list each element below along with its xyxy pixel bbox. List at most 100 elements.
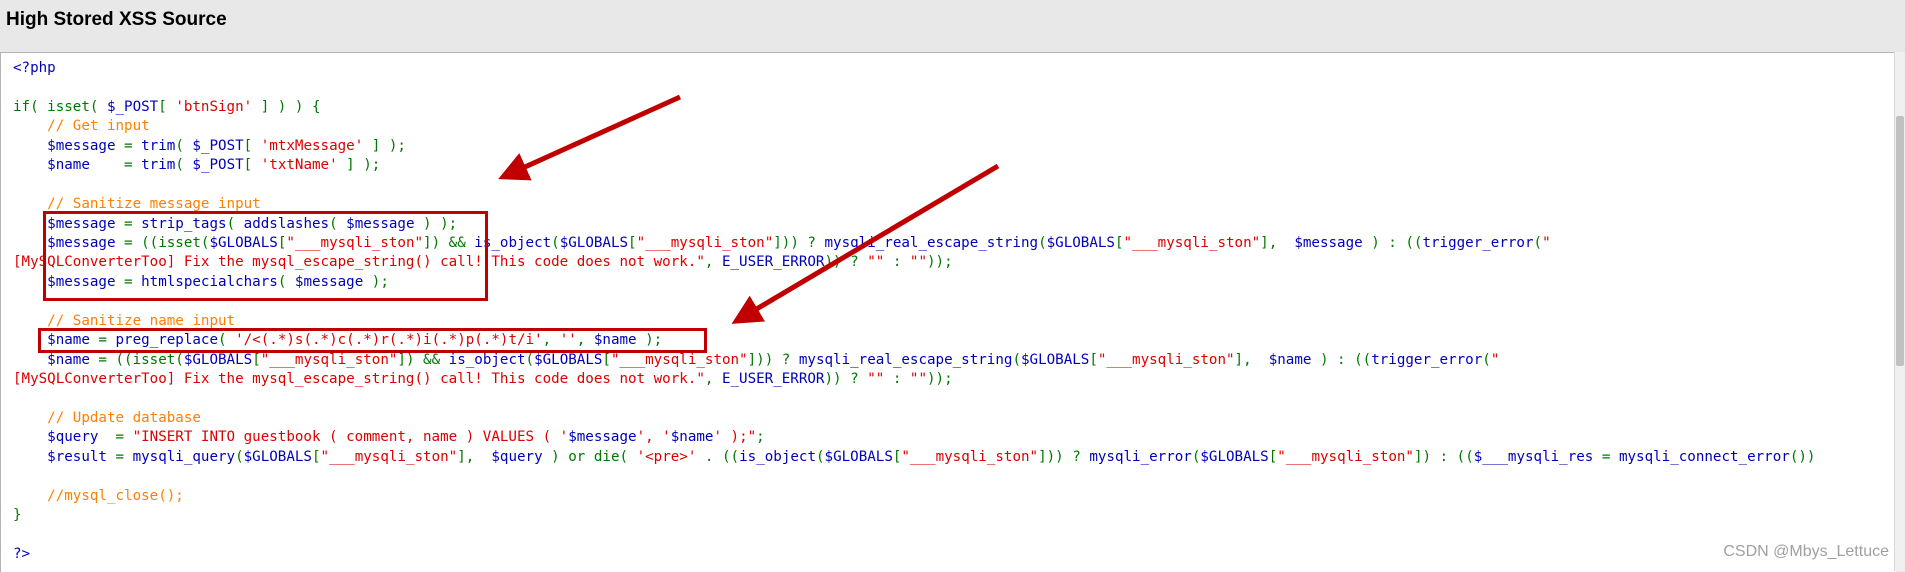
code-token: $name [13, 157, 125, 174]
code-token: ?> [13, 545, 31, 562]
code-token: [ [311, 448, 321, 465]
code-token: : [884, 371, 910, 387]
code-token: $___mysqli_res [1473, 448, 1602, 465]
code-token: "___mysqli_ston" [1097, 351, 1235, 368]
code-token: " [1490, 351, 1500, 368]
code-token: , [704, 254, 722, 271]
code-token: <?php [13, 60, 56, 76]
code-token: , [704, 371, 722, 387]
code-token: $GLOBALS [1020, 351, 1090, 368]
code-token: [ [1268, 448, 1278, 465]
code-token: trigger_error [1371, 351, 1483, 368]
scrollbar-thumb[interactable] [1896, 116, 1904, 366]
code-token: ( [235, 448, 244, 465]
code-token: mysqli_query [132, 448, 236, 465]
code-token: // Sanitize name input [13, 312, 236, 329]
code-line: $name = ((isset($GLOBALS["___mysqli_ston… [13, 351, 1815, 370]
code-token: [ [602, 351, 611, 368]
csdn-watermark: CSDN @Mbys_Lettuce [1723, 543, 1889, 560]
code-token: ' );" [713, 429, 757, 446]
code-line: ?> [13, 545, 1815, 564]
code-line: [MySQLConverterToo] Fix the mysql_escape… [13, 370, 1815, 389]
code-token: " [1542, 234, 1551, 251]
php-source-code: <?php if( isset( $_POST[ 'btnSign' ] ) )… [13, 59, 1815, 564]
code-token: trim [141, 137, 176, 154]
code-token: [MySQLConverterToo] Fix the mysql_escape… [13, 371, 705, 387]
page-header: High Stored XSS Source [0, 0, 1905, 52]
code-token: $_POST [106, 98, 159, 115]
code-line: // Get input [13, 117, 1815, 136]
code-token: $message [568, 429, 637, 446]
code-token: ( [175, 137, 193, 154]
code-token: $GLOBALS [559, 234, 629, 251]
code-line: } [13, 506, 1815, 525]
highlight-box-message-sanitize [43, 211, 488, 301]
code-token: "___mysqli_ston" [610, 351, 748, 368]
code-line: <?php [13, 59, 1815, 78]
code-token: $query [13, 429, 116, 446]
code-token: "___mysqli_ston" [1277, 448, 1414, 465]
code-token: "___mysqli_ston" [901, 448, 1039, 465]
code-token: $GLOBALS [183, 351, 253, 368]
code-token: [ [243, 157, 261, 174]
code-token: E_USER_ERROR [721, 371, 825, 387]
code-token: ])) ? [1038, 448, 1090, 465]
code-token: ( [1482, 351, 1491, 368]
code-token: mysqli_connect_error [1618, 448, 1790, 465]
code-token: mysqli_real_escape_string [798, 351, 1013, 368]
highlight-box-name-sanitize [38, 328, 707, 353]
code-token: "" [867, 254, 885, 271]
code-token: $GLOBALS [824, 448, 893, 465]
code-token: [ [628, 234, 637, 251]
code-token: "" [867, 371, 885, 387]
code-token: $name [13, 351, 99, 368]
code-token: ( [815, 448, 825, 465]
code-token: "___mysqli_ston" [636, 234, 774, 251]
code-token: } [13, 507, 22, 524]
code-token: // Get input [13, 118, 150, 135]
code-token: $GLOBALS [243, 448, 312, 465]
code-token: '<pre>' [636, 448, 697, 465]
code-token: : [884, 254, 910, 271]
code-token: is_object [739, 448, 816, 465]
page-title: High Stored XSS Source [6, 9, 227, 30]
code-token: ) : (( [1371, 234, 1423, 251]
code-token: $message [13, 137, 125, 154]
code-token: = [124, 137, 142, 154]
code-line: // Update database [13, 409, 1815, 428]
code-token: )); [927, 371, 953, 387]
code-token: ( [1038, 234, 1047, 251]
code-token: ])) ? [747, 351, 799, 368]
code-token: $name [670, 429, 714, 446]
code-token: ], [1234, 351, 1269, 368]
code-line: $query = "INSERT INTO guestbook ( commen… [13, 428, 1815, 447]
code-token: = [1601, 448, 1619, 465]
vertical-scrollbar[interactable] [1894, 52, 1905, 571]
code-token: 'mtxMessage' [260, 137, 364, 154]
code-token: $GLOBALS [534, 351, 603, 368]
code-token: = [115, 448, 133, 465]
code-line: if( isset( $_POST[ 'btnSign' ] ) ) { [13, 98, 1815, 117]
code-token: = [115, 429, 133, 446]
code-token: ], [1260, 234, 1295, 251]
code-token: )); [927, 254, 953, 271]
code-token: "" [909, 254, 927, 271]
code-token: ] ) ) { [252, 98, 321, 115]
code-token: ( [551, 234, 560, 251]
code-token: ) : (( [1319, 351, 1372, 368]
source-code-panel[interactable]: <?php if( isset( $_POST[ 'btnSign' ] ) )… [0, 52, 1896, 572]
code-token: $_POST [192, 157, 244, 174]
code-token: ] ); [363, 137, 406, 154]
code-token: )) ? [824, 371, 868, 387]
code-token: ] ); [337, 157, 381, 174]
code-token: //mysql_close(); [13, 487, 184, 504]
code-token: ) or die( [551, 448, 637, 465]
code-token: ( [175, 157, 193, 174]
code-token: is_object [448, 351, 526, 368]
code-token: . (( [696, 448, 740, 465]
code-token: 'txtName' [260, 157, 338, 174]
code-line: //mysql_close(); [13, 487, 1815, 506]
code-token: [ [158, 98, 176, 115]
